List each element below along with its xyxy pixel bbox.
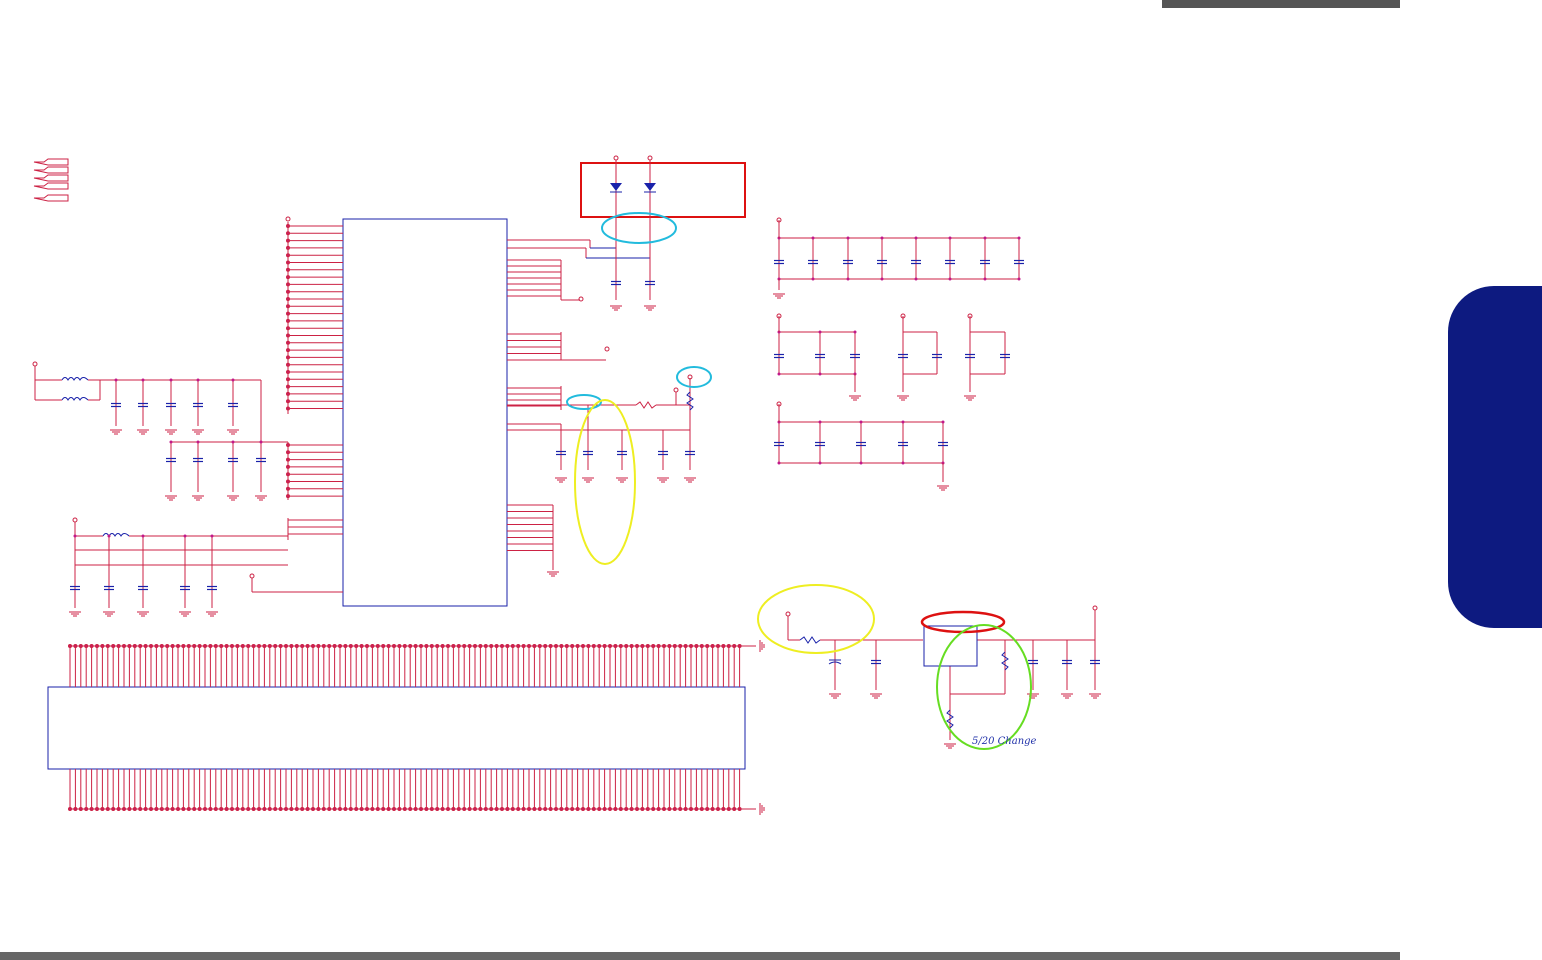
schematic-diagram: 5/20 Change [32,155,1102,815]
change-note: 5/20 Change [972,736,1037,747]
connector-body [47,686,746,770]
resistor-icon [799,636,821,644]
ic-left-pins [286,224,343,535]
highlight-yellow-1 [574,399,636,565]
inductor-icon [61,397,89,401]
highlight-cyan-3 [676,366,712,388]
inductor-icon [61,377,89,381]
highlight-diode-box [580,162,746,218]
highlight-green-ellipse [936,624,1032,750]
main-ic [342,218,508,607]
highlight-cyan-2 [566,394,602,410]
connector-top-pins [68,644,742,687]
inductor-icon [102,533,130,537]
net-labels [33,158,69,202]
ground-icon [759,640,765,652]
connector-bottom-pins [68,769,742,811]
ground-icon [759,803,765,815]
diode-icon [610,155,622,300]
diode-icon [644,155,656,300]
